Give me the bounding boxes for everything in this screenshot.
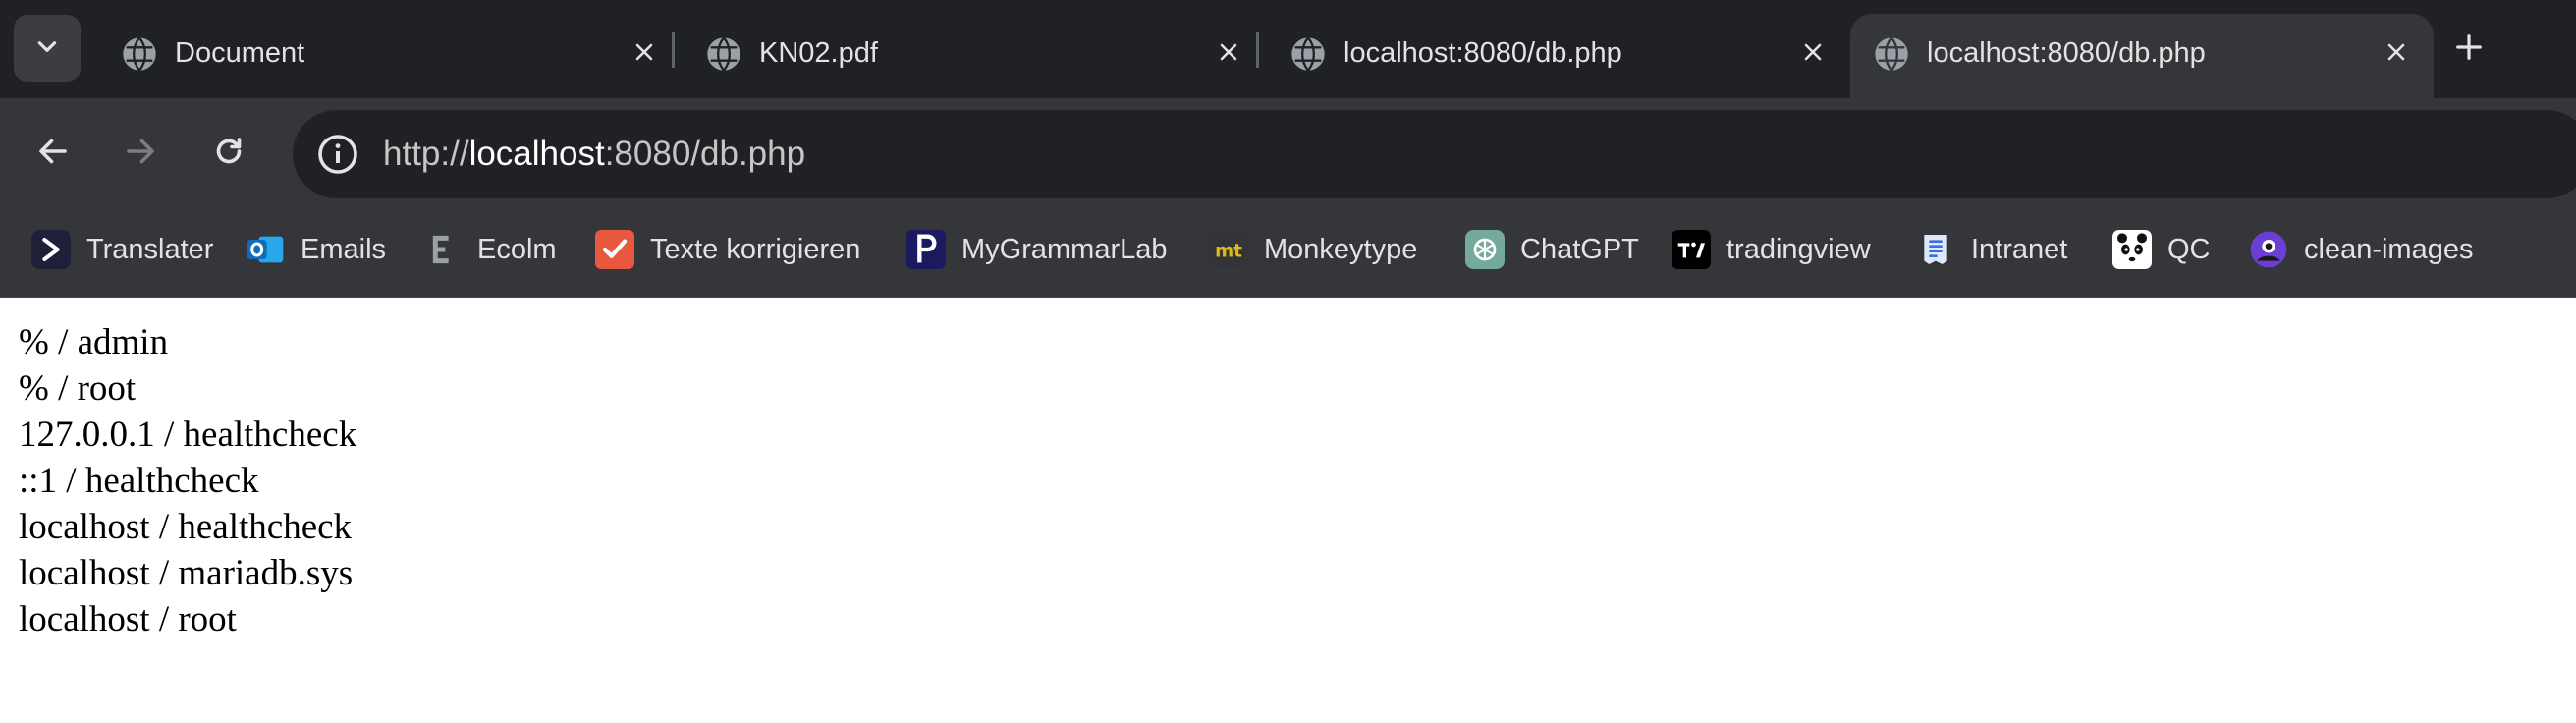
chevron-down-icon: [34, 33, 60, 64]
bookmarks-bar: Translater Emails Ecolm Texte korrigiere…: [0, 210, 2576, 298]
clean-images-icon: [2249, 230, 2288, 269]
back-button[interactable]: [26, 126, 81, 181]
user-line: % / root: [19, 368, 137, 409]
tab-document[interactable]: Document: [98, 14, 682, 98]
outlook-icon: [246, 230, 285, 269]
bookmark-intranet[interactable]: Intranet: [1916, 226, 2067, 273]
bookmark-mygrammarlab[interactable]: MyGrammarLab: [906, 226, 1168, 273]
translater-icon: [31, 230, 71, 269]
close-icon[interactable]: [1791, 30, 1835, 74]
intranet-icon: [1916, 230, 1955, 269]
bookmark-label: QC: [2167, 233, 2211, 265]
chatgpt-icon: [1465, 230, 1505, 269]
texte-korrigieren-icon: [595, 230, 634, 269]
forward-button[interactable]: [113, 126, 168, 181]
tab-separator: [1256, 32, 1259, 68]
tab-title: KN02.pdf: [759, 37, 878, 69]
bookmark-monkeytype[interactable]: mt Monkeytype: [1209, 226, 1417, 273]
tab-localhost-db[interactable]: localhost:8080/db.php: [1267, 14, 1850, 98]
url-host: localhost: [468, 135, 605, 173]
info-icon[interactable]: [314, 131, 361, 178]
close-icon[interactable]: [623, 30, 666, 74]
tab-search-button[interactable]: [14, 15, 81, 82]
plus-icon: [2454, 32, 2484, 67]
globe-icon: [120, 34, 159, 74]
bookmark-label: MyGrammarLab: [961, 233, 1168, 265]
bookmark-label: ChatGPT: [1520, 233, 1639, 265]
bookmark-ecolm[interactable]: Ecolm: [422, 226, 557, 273]
new-tab-button[interactable]: [2441, 22, 2496, 77]
address-bar[interactable]: http://localhost:8080/db.php: [293, 110, 2576, 198]
bookmark-clean-images[interactable]: clean-images: [2249, 226, 2473, 273]
bookmark-label: Intranet: [1971, 233, 2068, 265]
bookmark-texte-korrigieren[interactable]: Texte korrigieren: [595, 226, 860, 273]
bookmark-label: clean-images: [2304, 233, 2474, 265]
tab-strip: Document KN02.pdf localhost:8080/db.php …: [0, 0, 2576, 98]
globe-icon: [704, 34, 743, 74]
bookmark-label: Ecolm: [477, 233, 557, 265]
reload-icon: [211, 134, 247, 174]
tab-title: Document: [175, 37, 305, 69]
arrow-right-icon: [123, 134, 158, 174]
ecolm-icon: [422, 230, 462, 269]
bookmark-label: Texte korrigieren: [650, 233, 861, 265]
tab-kn02-pdf[interactable]: KN02.pdf: [683, 14, 1266, 98]
mygrammarlab-icon: [906, 230, 946, 269]
url-prefix: http://: [383, 135, 469, 173]
user-line: 127.0.0.1 / healthcheck: [19, 415, 357, 455]
user-line: localhost / healthcheck: [19, 507, 353, 547]
monkeytype-icon: mt: [1209, 230, 1248, 269]
tab-separator: [672, 32, 675, 68]
bookmark-tradingview[interactable]: tradingview: [1672, 226, 1871, 273]
bookmark-label: Emails: [301, 233, 387, 265]
tab-localhost-db-active[interactable]: localhost:8080/db.php: [1850, 14, 2434, 98]
url-rest: :8080/db.php: [604, 135, 806, 173]
bookmark-emails[interactable]: Emails: [246, 226, 386, 273]
tradingview-icon: [1672, 230, 1711, 269]
bookmark-translater[interactable]: Translater: [31, 226, 213, 273]
toolbar: http://localhost:8080/db.php: [0, 98, 2576, 210]
tab-title: localhost:8080/db.php: [1927, 37, 2206, 69]
user-line: % / admin: [19, 322, 169, 362]
close-icon[interactable]: [1207, 30, 1250, 74]
globe-icon: [1288, 34, 1328, 74]
page-content: % / admin % / root 127.0.0.1 / healthche…: [0, 298, 2576, 723]
url-text[interactable]: http://localhost:8080/db.php: [383, 135, 805, 174]
user-line: localhost / root: [19, 599, 237, 640]
svg-text:mt: mt: [1215, 242, 1242, 262]
bookmark-label: tradingview: [1726, 233, 1871, 265]
bookmark-label: Monkeytype: [1264, 233, 1418, 265]
tab-title: localhost:8080/db.php: [1343, 37, 1622, 69]
bookmark-chatgpt[interactable]: ChatGPT: [1465, 226, 1639, 273]
bookmark-qc[interactable]: QC: [2112, 226, 2211, 273]
close-icon[interactable]: [2375, 30, 2418, 74]
reload-button[interactable]: [201, 126, 256, 181]
bookmark-label: Translater: [86, 233, 214, 265]
qc-icon: [2112, 230, 2152, 269]
arrow-left-icon: [35, 134, 71, 174]
user-line: localhost / mariadb.sys: [19, 553, 354, 593]
globe-icon: [1872, 34, 1911, 74]
user-line: ::1 / healthcheck: [19, 461, 259, 501]
